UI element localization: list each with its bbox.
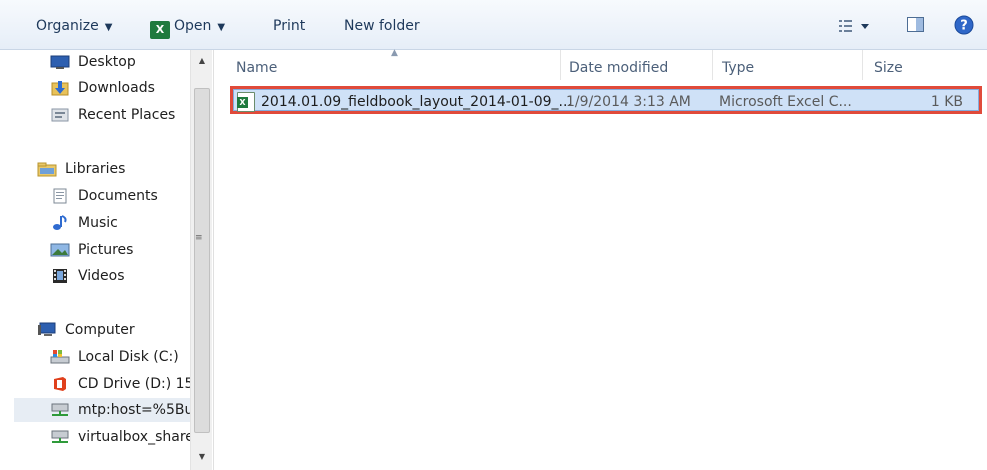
column-header-type[interactable]: Type [722, 56, 754, 80]
nav-item-label: Music [78, 215, 118, 231]
column-header-name[interactable]: Name [236, 56, 277, 80]
downloads-icon [51, 81, 69, 96]
open-button[interactable]: X Open ▼ [150, 16, 226, 39]
network-drive-icon [51, 403, 69, 416]
change-view-button[interactable] [838, 17, 872, 35]
nav-item-label: Computer [65, 322, 135, 338]
network-drive-icon [51, 430, 69, 443]
new-folder-label: New folder [344, 18, 420, 34]
open-label: Open [174, 18, 212, 34]
file-list-pane: Name ▲ Date modified Type Size X 2014.01… [214, 48, 987, 470]
excel-icon: X [150, 21, 170, 39]
nav-item-label: virtualbox_share [78, 429, 194, 445]
column-header-label: Name [236, 60, 278, 76]
recent-places-icon [51, 108, 69, 122]
nav-item-label: Documents [78, 188, 158, 204]
nav-item-pictures[interactable]: Pictures [50, 238, 190, 262]
nav-item-recent-places[interactable]: Recent Places [50, 103, 190, 127]
nav-item-label: Pictures [78, 242, 134, 258]
nav-item-videos[interactable]: Videos [50, 264, 190, 288]
nav-item-local-disk[interactable]: Local Disk (C:) [50, 345, 190, 369]
nav-item-libraries[interactable]: Libraries [37, 157, 187, 181]
file-name: 2014.01.09_fieldbook_layout_2014-01-09_.… [261, 94, 572, 110]
file-date-modified: 1/9/2014 3:13 AM [566, 94, 691, 110]
column-header-label: Date modified [569, 60, 669, 76]
preview-pane-button[interactable] [906, 16, 926, 34]
nav-item-documents[interactable]: Documents [50, 184, 190, 208]
documents-icon [53, 188, 67, 204]
column-header-size[interactable]: Size [874, 56, 903, 80]
column-header-label: Type [722, 60, 755, 76]
nav-item-music[interactable]: Music [50, 211, 190, 235]
navigation-pane: Desktop Downloads Recent Places Librarie… [14, 50, 214, 470]
print-label: Print [273, 18, 306, 34]
nav-item-label: Libraries [65, 161, 126, 177]
nav-item-label: mtp:host=%5Bus [78, 402, 201, 418]
file-row[interactable]: X 2014.01.09_fieldbook_layout_2014-01-09… [230, 86, 982, 114]
nav-item-label: Local Disk (C:) [78, 349, 179, 365]
excel-csv-file-icon: X [237, 92, 255, 112]
scroll-up-arrow-icon[interactable]: ▲ [191, 52, 213, 70]
column-separator[interactable] [862, 50, 863, 80]
desktop-icon [50, 55, 70, 69]
svg-text:?: ? [960, 19, 968, 34]
nav-item-mtp-host[interactable]: mtp:host=%5Bus [14, 398, 204, 422]
view-options-icon [839, 20, 869, 32]
local-disk-icon [50, 350, 70, 364]
command-bar: Organize ▼ X Open ▼ Print New folder ? [0, 0, 987, 50]
navigation-scrollbar[interactable]: ▲ ≡ ▼ [190, 50, 212, 470]
help-button[interactable]: ? [954, 15, 974, 35]
nav-item-virtualbox-share[interactable]: virtualbox_share [50, 425, 204, 449]
nav-item-label: Videos [78, 268, 125, 284]
chevron-down-icon: ▼ [104, 22, 113, 33]
organize-label: Organize [36, 18, 99, 34]
nav-item-desktop[interactable]: Desktop [50, 50, 190, 74]
scroll-down-arrow-icon[interactable]: ▼ [191, 448, 213, 466]
nav-item-label: CD Drive (D:) 15.0 [78, 376, 207, 392]
nav-item-label: Recent Places [78, 107, 176, 123]
videos-icon [53, 269, 67, 283]
print-button[interactable]: Print [273, 16, 305, 36]
libraries-icon [37, 162, 57, 177]
column-separator[interactable] [560, 50, 561, 80]
organize-menu[interactable]: Organize ▼ [36, 16, 112, 36]
chevron-down-icon: ▼ [217, 22, 226, 33]
computer-icon [38, 322, 56, 336]
help-icon: ? [954, 15, 974, 35]
music-icon [53, 215, 67, 230]
pictures-icon [50, 243, 70, 257]
column-header-date-modified[interactable]: Date modified [569, 56, 668, 80]
nav-item-computer[interactable]: Computer [37, 318, 187, 342]
column-separator[interactable] [712, 50, 713, 80]
column-header-label: Size [874, 60, 903, 76]
file-size: 1 KB [930, 94, 963, 110]
office-disc-icon [54, 377, 66, 391]
scrollbar-thumb[interactable] [194, 88, 210, 433]
new-folder-button[interactable]: New folder [344, 16, 420, 36]
nav-item-label: Desktop [78, 54, 136, 70]
scrollbar-grip-icon: ≡ [195, 233, 203, 243]
sort-ascending-icon: ▲ [391, 48, 398, 58]
nav-item-cd-drive[interactable]: CD Drive (D:) 15.0 [50, 372, 207, 396]
file-type: Microsoft Excel C... [719, 94, 852, 110]
nav-item-label: Downloads [78, 80, 155, 96]
nav-item-downloads[interactable]: Downloads [50, 76, 190, 100]
preview-pane-icon [907, 17, 924, 32]
